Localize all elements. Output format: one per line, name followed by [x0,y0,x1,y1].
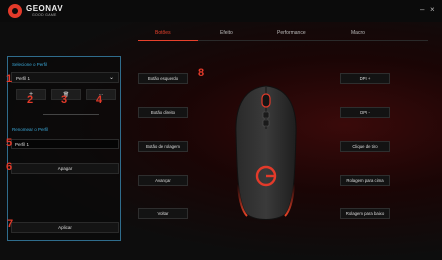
close-button[interactable]: × [430,5,435,14]
dpi-up-button[interactable]: DPI + [340,73,390,84]
delete-button[interactable]: Apagar [11,163,119,174]
annotation-number-1: 1 [6,73,13,85]
annotation-number-7: 7 [7,218,14,230]
mouse-image [235,85,297,220]
annotation-number-5: 5 [6,137,13,149]
scroll-up-button[interactable]: Rolagem para cima [340,175,390,186]
active-tab-indicator [138,40,198,41]
profile-name-input[interactable]: Perfil 1 [11,139,119,149]
annotation-number-2: 2 [27,94,34,106]
scroll-down-button[interactable]: Rolagem para baixo [340,208,390,219]
annotation-number-4: 4 [96,94,103,106]
tab-performance[interactable]: Performance [277,30,306,36]
forward-button[interactable]: Avançar [138,175,188,186]
annotation-number-3: 3 [61,94,68,106]
brand-name: GEONAV [26,4,64,13]
left-click-button[interactable]: Botão esquerdo [138,73,188,84]
dpi-down-button[interactable]: DPI - [340,107,390,118]
chevron-down-icon: ⌄ [108,75,114,81]
apply-button[interactable]: Aplicar [11,222,119,233]
tab-botoes[interactable]: Botões [155,30,171,36]
app-window: GEONAV GOOD GAME – × Botões Efeito Perfo… [0,0,442,260]
panel-divider [43,114,99,115]
brand-tagline: GOOD GAME [32,13,57,17]
right-click-button[interactable]: Botão direito [138,107,188,118]
minimize-button[interactable]: – [420,5,424,14]
tab-macro[interactable]: Macro [351,30,365,36]
select-profile-title: Selecione o Perfil [12,62,48,67]
tab-divider [198,40,428,41]
fire-click-button[interactable]: Clique de tiro [340,141,390,152]
back-button[interactable]: Voltar [138,208,188,219]
title-bar: GEONAV GOOD GAME – × [0,0,442,22]
geonav-logo-icon [8,4,22,18]
profile-select[interactable]: Perfil 1 ⌄ [11,72,119,83]
annotation-number-8: 8 [198,67,205,79]
scroll-button[interactable]: Botão de rolagem [138,141,188,152]
tab-efeito[interactable]: Efeito [220,30,233,36]
rename-profile-title: Renomear o Perfil [12,127,49,132]
annotation-number-6: 6 [6,161,13,173]
profile-select-value: Perfil 1 [16,76,31,81]
